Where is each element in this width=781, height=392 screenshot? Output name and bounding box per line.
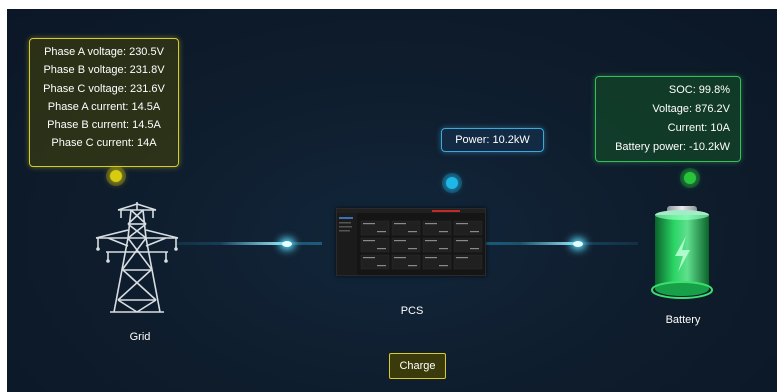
battery-status-indicator xyxy=(684,172,696,184)
battery-label: Battery xyxy=(665,314,701,326)
battery-stats-panel: SOC: 99.8% Voltage: 876.2V Current: 10A … xyxy=(595,76,741,162)
pcs-status-indicator xyxy=(446,177,458,189)
battery-stat-power: Battery power: -10.2kW xyxy=(615,141,730,153)
grid-stat-phase-b-voltage: Phase B voltage: 231.8V xyxy=(43,64,165,77)
grid-flow-pulse xyxy=(282,240,292,247)
grid-stat-phase-c-current: Phase C current: 14A xyxy=(51,137,157,150)
battery-flow-pulse xyxy=(573,240,583,247)
pcs-power-value: Power: 10.2kW xyxy=(455,134,530,146)
grid-stat-phase-a-voltage: Phase A voltage: 230.5V xyxy=(44,46,164,58)
pcs-device-screenshot xyxy=(336,208,486,276)
grid-stats-panel: Phase A voltage: 230.5V Phase B voltage:… xyxy=(29,38,179,167)
charge-button[interactable]: Charge xyxy=(389,353,446,379)
grid-status-indicator xyxy=(110,170,122,182)
grid-stat-phase-b-current: Phase B current: 14.5A xyxy=(47,119,161,132)
battery-stat-voltage: Voltage: 876.2V xyxy=(652,103,730,115)
battery-icon xyxy=(651,206,713,299)
transmission-tower-icon xyxy=(95,202,179,313)
pcs-label: PCS xyxy=(400,305,424,317)
pcs-power-panel: Power: 10.2kW xyxy=(441,128,544,152)
battery-flow-trail xyxy=(520,242,580,245)
battery-stat-soc: SOC: 99.8% xyxy=(668,84,730,96)
grid-stat-phase-a-current: Phase A current: 14.5A xyxy=(47,100,161,113)
grid-flow-trail xyxy=(220,242,290,245)
grid-label: Grid xyxy=(129,331,151,343)
grid-stat-phase-c-voltage: Phase C voltage: 231.6V xyxy=(43,82,165,95)
battery-stat-current: Current: 10A xyxy=(667,122,730,134)
